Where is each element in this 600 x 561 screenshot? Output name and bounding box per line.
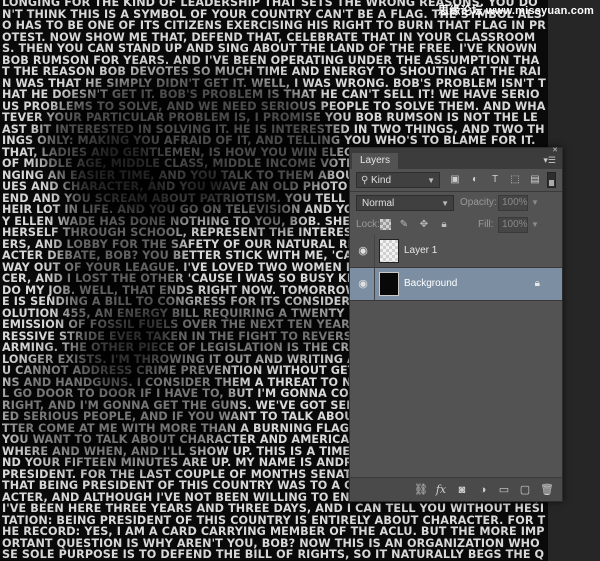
divider [374,268,375,300]
opacity-field[interactable]: 100% [498,195,528,211]
fill-label: Fill: [478,219,494,230]
lock-pixels-icon[interactable]: ✎ [397,218,411,231]
chevron-down-icon: ▼ [441,199,449,208]
filter-toggle[interactable] [547,172,556,188]
watermark-text: 思缘论坛 www.missyuan.com [438,5,594,17]
tab-layers[interactable]: Layers [352,153,399,169]
panel-bottom-toolbar: ⛓ fx ◙ ◑ ▭ ▢ 🗑︎ [350,477,562,501]
fill-field[interactable]: 100% [498,217,528,233]
panel-tab-bar: Layers ▾☰ [350,153,562,169]
fx-icon[interactable]: fx [435,483,447,496]
fill-dropdown-icon[interactable]: ▼ [531,217,539,233]
blend-mode-select[interactable]: Normal ▼ [356,195,454,211]
trash-icon[interactable]: 🗑︎ [540,484,554,496]
opacity-dropdown-icon[interactable]: ▼ [531,195,539,211]
layers-list: ◉ Layer 1 ◉ Background 🔒︎ [350,235,562,470]
kind-filter-label: Kind [371,175,392,186]
type-filter-icon[interactable]: T [488,173,502,186]
add-mask-icon[interactable]: ◙ [456,484,468,496]
filter-icons: ▣ ◐ T ⬚ ▤ [448,173,542,186]
blend-mode-label: Normal [362,198,395,209]
layer-name: Layer 1 [404,245,438,256]
smart-object-filter-icon[interactable]: ▤ [528,173,542,186]
adjustment-filter-icon[interactable]: ◐ [468,173,482,186]
adjustment-layer-icon[interactable]: ◑ [477,484,489,496]
lock-icon: 🔒︎ [534,278,540,289]
lock-position-icon[interactable]: ✥ [417,218,431,231]
pixel-filter-icon[interactable]: ▣ [448,173,462,186]
new-group-icon[interactable]: ▭ [498,484,510,496]
filter-row: ⚲ Kind ▼ ▣ ◐ T ⬚ ▤ [350,169,562,191]
blend-row: Normal ▼ Opacity: 100% ▼ [350,192,562,214]
layer-row-layer-1[interactable]: ◉ Layer 1 [350,235,562,268]
opacity-label: Opacity: [460,197,497,208]
eye-icon[interactable]: ◉ [357,245,369,257]
new-layer-icon[interactable]: ▢ [519,484,531,496]
divider [374,235,375,267]
layers-panel: ✕ Layers ▾☰ ⚲ Kind ▼ ▣ ◐ T ⬚ ▤ Normal ▼ … [349,147,563,502]
layer-thumbnail [379,239,399,263]
link-layers-icon[interactable]: ⛓ [414,484,428,496]
lock-label: Lock: [356,219,380,230]
shape-filter-icon[interactable]: ⬚ [508,173,522,186]
panel-menu-icon[interactable]: ▾☰ [543,155,556,166]
layer-thumbnail [379,272,399,296]
lock-icons: ✎ ✥ 🔒︎ [380,218,451,231]
eye-icon[interactable]: ◉ [357,278,369,290]
chevron-down-icon: ▼ [427,176,435,185]
search-icon: ⚲ [361,175,369,186]
lock-transparency-icon[interactable] [380,219,391,230]
kind-filter-select[interactable]: ⚲ Kind ▼ [356,172,440,188]
layer-row-background[interactable]: ◉ Background 🔒︎ [350,268,562,301]
lock-row: Lock: ✎ ✥ 🔒︎ Fill: 100% ▼ [350,214,562,236]
lock-all-icon[interactable]: 🔒︎ [437,218,451,231]
layer-name: Background [404,278,458,289]
